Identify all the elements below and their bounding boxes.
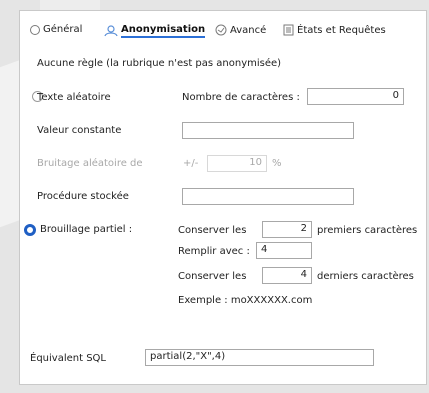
advanced-icon xyxy=(215,24,227,36)
option-constant-label[interactable]: Valeur constante xyxy=(37,125,121,136)
tab-label: États et Requêtes xyxy=(297,24,386,36)
partial-example: Exemple : moXXXXXX.com xyxy=(178,295,313,306)
sql-equivalent-field[interactable]: partial(2,"X",4) xyxy=(145,349,374,366)
anonymisation-panel: Général Anonymisation Avancé États et Re… xyxy=(19,10,427,385)
sql-label: Équivalent SQL xyxy=(30,353,106,364)
tab-label: Général xyxy=(43,24,83,35)
char-count-label: Nombre de caractères : xyxy=(182,92,300,103)
keep-first-label: Conserver les xyxy=(178,225,247,236)
tab-anonymisation[interactable]: Anonymisation xyxy=(104,24,206,38)
fill-label: Remplir avec : xyxy=(178,246,250,257)
keep-first-suffix: premiers caractères xyxy=(317,225,418,236)
keep-first-field[interactable]: 2 xyxy=(262,221,312,238)
tab-general[interactable]: Général xyxy=(30,24,82,35)
option-random-text-label[interactable]: Texte aléatoire xyxy=(37,92,111,103)
noise-prefix: +/- xyxy=(183,158,199,169)
keep-last-label: Conserver les xyxy=(178,271,247,282)
stored-proc-field[interactable] xyxy=(182,188,354,205)
tab-etats-requetes[interactable]: États et Requêtes xyxy=(283,24,386,36)
noise-value-field: 10 xyxy=(207,155,267,172)
radio-icon xyxy=(30,24,40,35)
tab-label: Anonymisation xyxy=(121,24,206,38)
report-icon xyxy=(283,24,294,36)
radio-partial[interactable] xyxy=(24,224,36,236)
char-count-field[interactable]: 0 xyxy=(307,88,404,105)
tab-avance[interactable]: Avancé xyxy=(215,24,266,36)
option-noise-label: Bruitage aléatoire de xyxy=(37,158,143,169)
fill-char-field[interactable]: 4 xyxy=(256,242,312,259)
constant-value-field[interactable] xyxy=(182,122,354,139)
noise-unit: % xyxy=(272,158,282,169)
keep-last-suffix: derniers caractères xyxy=(317,271,414,282)
option-partial-label[interactable]: Brouillage partiel : xyxy=(40,224,132,235)
option-stored-proc-label[interactable]: Procédure stockée xyxy=(37,191,129,202)
anonymize-icon xyxy=(104,25,118,37)
option-none-label[interactable]: Aucune règle (la rubrique n'est pas anon… xyxy=(37,58,281,69)
tab-label: Avancé xyxy=(230,24,267,36)
keep-last-field[interactable]: 4 xyxy=(262,267,312,284)
